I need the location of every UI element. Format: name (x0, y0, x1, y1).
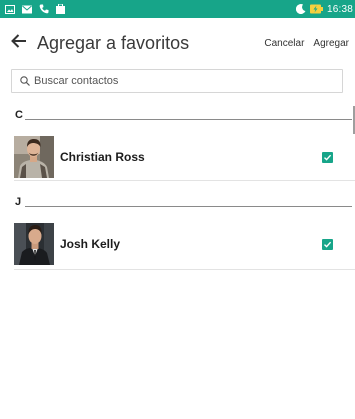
contact-name: Josh Kelly (60, 237, 121, 251)
status-left-icons (4, 4, 66, 15)
contact-checkbox[interactable] (322, 151, 333, 163)
search-input[interactable] (34, 75, 324, 87)
status-bar: 16:38 (0, 0, 355, 18)
search-icon (20, 76, 30, 86)
back-button[interactable] (1, 18, 37, 68)
section-divider (25, 119, 352, 120)
contact-row-josh-kelly[interactable]: Josh Kelly (0, 221, 355, 267)
page-title: Agregar a favoritos (37, 32, 190, 53)
avatar (14, 223, 54, 265)
picture-icon (4, 4, 15, 15)
briefcase-icon (55, 4, 66, 15)
check-icon (323, 153, 332, 162)
status-time: 16:38 (326, 3, 353, 15)
app-bar: Agregar a favoritos Cancelar Agregar (0, 18, 355, 68)
section-header-c: C (15, 107, 352, 121)
moon-icon (296, 4, 307, 15)
message-icon (21, 4, 32, 15)
status-right-icons: 16:38 (296, 4, 353, 15)
cancel-button[interactable]: Cancelar (261, 32, 307, 55)
row-divider (14, 269, 355, 270)
row-divider (14, 180, 355, 181)
arrow-left-icon (11, 33, 27, 53)
section-header-j: J (15, 194, 352, 208)
search-box[interactable] (11, 69, 343, 93)
section-divider (25, 206, 352, 207)
section-letter: J (15, 196, 22, 208)
contact-row-christian-ross[interactable]: Christian Ross (0, 134, 355, 180)
contact-name: Christian Ross (60, 150, 145, 164)
section-letter: C (15, 109, 23, 121)
phone-icon (38, 4, 49, 15)
add-button[interactable]: Agregar (310, 32, 352, 55)
battery-charging-icon (310, 4, 324, 15)
avatar (14, 136, 54, 178)
check-icon (323, 240, 332, 249)
contact-checkbox[interactable] (322, 238, 333, 250)
